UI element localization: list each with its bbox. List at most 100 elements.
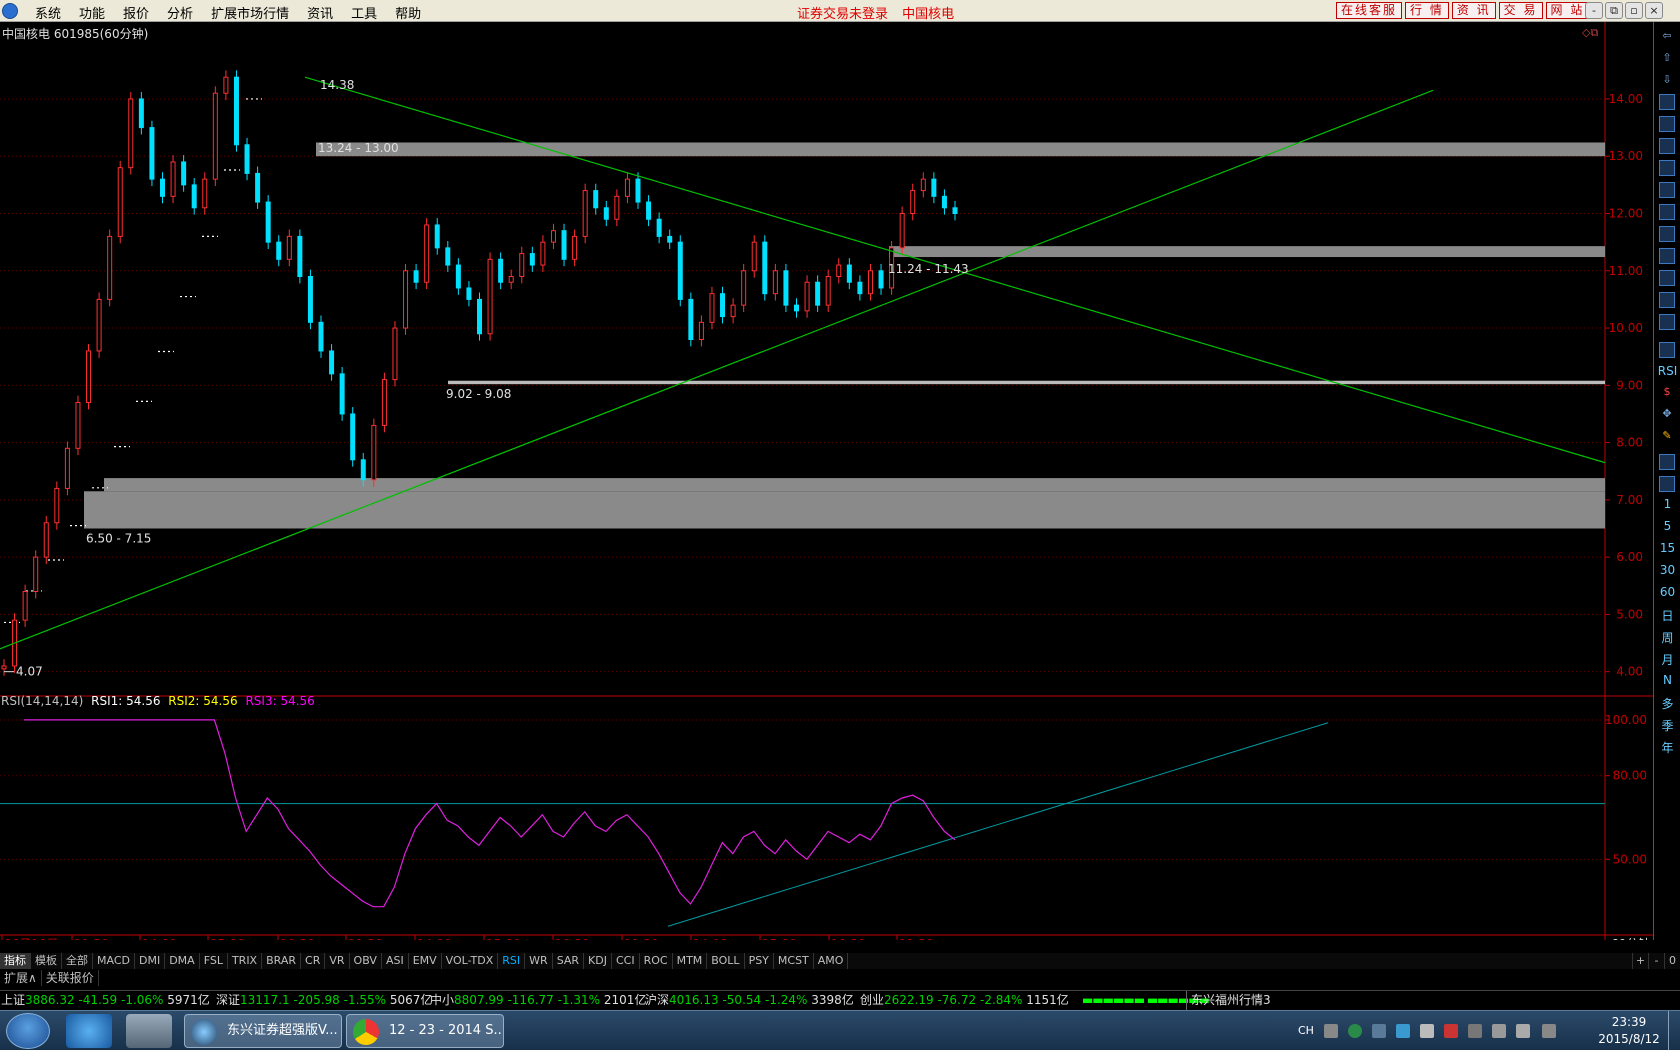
period-multi[interactable]: 多 <box>1656 695 1679 712</box>
indicator-tab-psy[interactable]: PSY <box>745 953 774 969</box>
money-icon[interactable] <box>1659 292 1675 308</box>
period-60min[interactable]: 60 <box>1656 585 1679 599</box>
task-chrome[interactable]: 12 - 23 - 2014 S... <box>346 1014 504 1048</box>
indicator-tab-rsi[interactable]: RSI <box>498 953 526 969</box>
task-trading-app[interactable]: 东兴证券超强版V... <box>184 1014 342 1048</box>
market-source[interactable]: 东兴福州行情3 <box>1186 991 1271 1010</box>
minimize-button[interactable]: - <box>1585 2 1603 19</box>
chart-area[interactable]: 13.24 - 13.00 11.24 - 11.43 9.02 - 9.08 6.5… <box>0 22 1680 940</box>
network-icon[interactable] <box>1542 1024 1556 1038</box>
shield-icon[interactable] <box>1444 1024 1458 1038</box>
menu-system[interactable]: 系统 <box>26 3 70 22</box>
indicator-tab-wr[interactable]: WR <box>525 953 553 969</box>
line-chart-icon[interactable] <box>1659 138 1675 154</box>
move-icon[interactable]: ✥ <box>1659 406 1675 422</box>
kline-icon[interactable] <box>1659 160 1675 176</box>
indicator-tab-vr[interactable]: VR <box>325 953 350 969</box>
indicator-tab-emv[interactable]: EMV <box>409 953 442 969</box>
calculator-icon[interactable] <box>126 1014 172 1048</box>
list-icon[interactable] <box>1659 182 1675 198</box>
market-button[interactable]: 行 情 <box>1405 2 1449 19</box>
indicator-tab-trix[interactable]: TRIX <box>228 953 263 969</box>
indicator-tab-全部[interactable]: 全部 <box>62 953 93 969</box>
maximize-button[interactable]: ▫ <box>1625 2 1643 19</box>
usb-icon[interactable] <box>1468 1024 1482 1038</box>
period-day[interactable]: 日 <box>1656 607 1679 624</box>
index-sme[interactable]: 中小8807.99 -116.77 -1.31% 2101亿 <box>430 991 646 1010</box>
period-5min[interactable]: 5 <box>1656 519 1679 533</box>
indicator-tab-obv[interactable]: OBV <box>350 953 382 969</box>
flag-icon[interactable] <box>1516 1024 1530 1038</box>
report-icon[interactable] <box>1659 248 1675 264</box>
news-button[interactable]: 资 讯 <box>1451 2 1496 19</box>
tab-related-quotes[interactable]: 关联报价 <box>42 970 99 986</box>
cloud-tray-icon[interactable] <box>1396 1024 1410 1038</box>
website-button[interactable]: 网 站 <box>1545 2 1590 19</box>
pencil-icon[interactable]: ✎ <box>1659 428 1675 444</box>
picture-icon[interactable] <box>1659 476 1675 492</box>
indicator-tab-dma[interactable]: DMA <box>165 953 200 969</box>
monitor-icon[interactable] <box>1420 1024 1434 1038</box>
network-tool-icon[interactable] <box>1372 1024 1386 1038</box>
indicator-tab-roc[interactable]: ROC <box>640 953 673 969</box>
menu-info[interactable]: 资讯 <box>298 3 342 22</box>
indicator-icon[interactable] <box>1659 342 1675 358</box>
arrow-left-icon[interactable]: ⇦ <box>1659 28 1675 44</box>
f10-icon[interactable] <box>1659 204 1675 220</box>
menu-extended-market[interactable]: 扩展市场行情 <box>202 3 298 22</box>
period-year[interactable]: 年 <box>1656 739 1679 756</box>
indicator-tab-dmi[interactable]: DMI <box>135 953 166 969</box>
close-button[interactable]: × <box>1645 2 1663 19</box>
indicator-tab-指标[interactable]: 指标 <box>0 953 31 969</box>
language-indicator[interactable]: CH <box>1298 1024 1314 1037</box>
index-shanghai[interactable]: 上证3886.32 -41.59 -1.06% 5971亿 <box>1 991 210 1010</box>
f12-icon[interactable] <box>1659 270 1675 286</box>
index-chinext[interactable]: 创业2622.19 -76.72 -2.84% 1151亿 <box>860 991 1069 1010</box>
price-chart[interactable]: 13.24 - 13.00 11.24 - 11.43 9.02 - 9.08 6.5… <box>0 22 1653 940</box>
tab-extend[interactable]: 扩展∧ <box>0 970 42 986</box>
menu-tools[interactable]: 工具 <box>342 3 386 22</box>
indicator-tab-macd[interactable]: MACD <box>93 953 135 969</box>
indicator-tab-asi[interactable]: ASI <box>382 953 409 969</box>
security-icon[interactable] <box>1348 1024 1362 1038</box>
period-month[interactable]: 月 <box>1656 651 1679 668</box>
arrow-down-icon[interactable]: ⇩ <box>1659 72 1675 88</box>
info-icon[interactable] <box>1659 314 1675 330</box>
chart-icon[interactable] <box>1659 94 1675 110</box>
f5-icon[interactable] <box>1659 454 1675 470</box>
trade-button[interactable]: 交 易 <box>1498 2 1543 19</box>
index-shenzhen[interactable]: 深证13117.1 -205.98 -1.55% 5067亿 <box>216 991 432 1010</box>
period-quarter[interactable]: 季 <box>1656 717 1679 734</box>
period-week[interactable]: 周 <box>1656 629 1679 646</box>
indicator-tab-mcst[interactable]: MCST <box>774 953 814 969</box>
indicator-tab-brar[interactable]: BRAR <box>262 953 302 969</box>
indicator-tab-boll[interactable]: BOLL <box>707 953 745 969</box>
rsi-tool[interactable]: RSI <box>1656 364 1679 378</box>
indicator-tab-vol-tdx[interactable]: VOL-TDX <box>442 953 499 969</box>
menu-quote[interactable]: 报价 <box>114 3 158 22</box>
clock[interactable]: 23:39 2015/8/12 <box>1594 1014 1664 1048</box>
online-service-button[interactable]: 在线客服 <box>1336 2 1403 19</box>
dollar-icon[interactable]: $ <box>1659 384 1675 400</box>
keyboard-icon[interactable] <box>1324 1024 1338 1038</box>
menu-analysis[interactable]: 分析 <box>158 3 202 22</box>
period-30min[interactable]: 30 <box>1656 563 1679 577</box>
period-15min[interactable]: 15 <box>1656 541 1679 555</box>
start-button-icon[interactable] <box>6 1013 50 1049</box>
menu-help[interactable]: 帮助 <box>386 3 430 22</box>
reset-button[interactable]: 0 <box>1664 953 1680 969</box>
arrow-up-icon[interactable]: ⇧ <box>1659 50 1675 66</box>
zoom-out-button[interactable]: - <box>1648 953 1664 969</box>
indicator-tab-模板[interactable]: 模板 <box>31 953 62 969</box>
zoom-in-button[interactable]: + <box>1632 953 1648 969</box>
indicator-tab-cci[interactable]: CCI <box>612 953 640 969</box>
period-n-day[interactable]: N <box>1656 673 1679 687</box>
indicator-tab-mtm[interactable]: MTM <box>673 953 708 969</box>
period-1min[interactable]: 1 <box>1656 497 1679 511</box>
volume-icon[interactable] <box>1492 1024 1506 1038</box>
indicator-tab-kdj[interactable]: KDJ <box>584 953 612 969</box>
indicator-tab-cr[interactable]: CR <box>301 953 326 969</box>
indicator-tab-fsl[interactable]: FSL <box>200 953 228 969</box>
cloud-app-icon[interactable] <box>66 1014 112 1048</box>
table-icon[interactable] <box>1659 116 1675 132</box>
